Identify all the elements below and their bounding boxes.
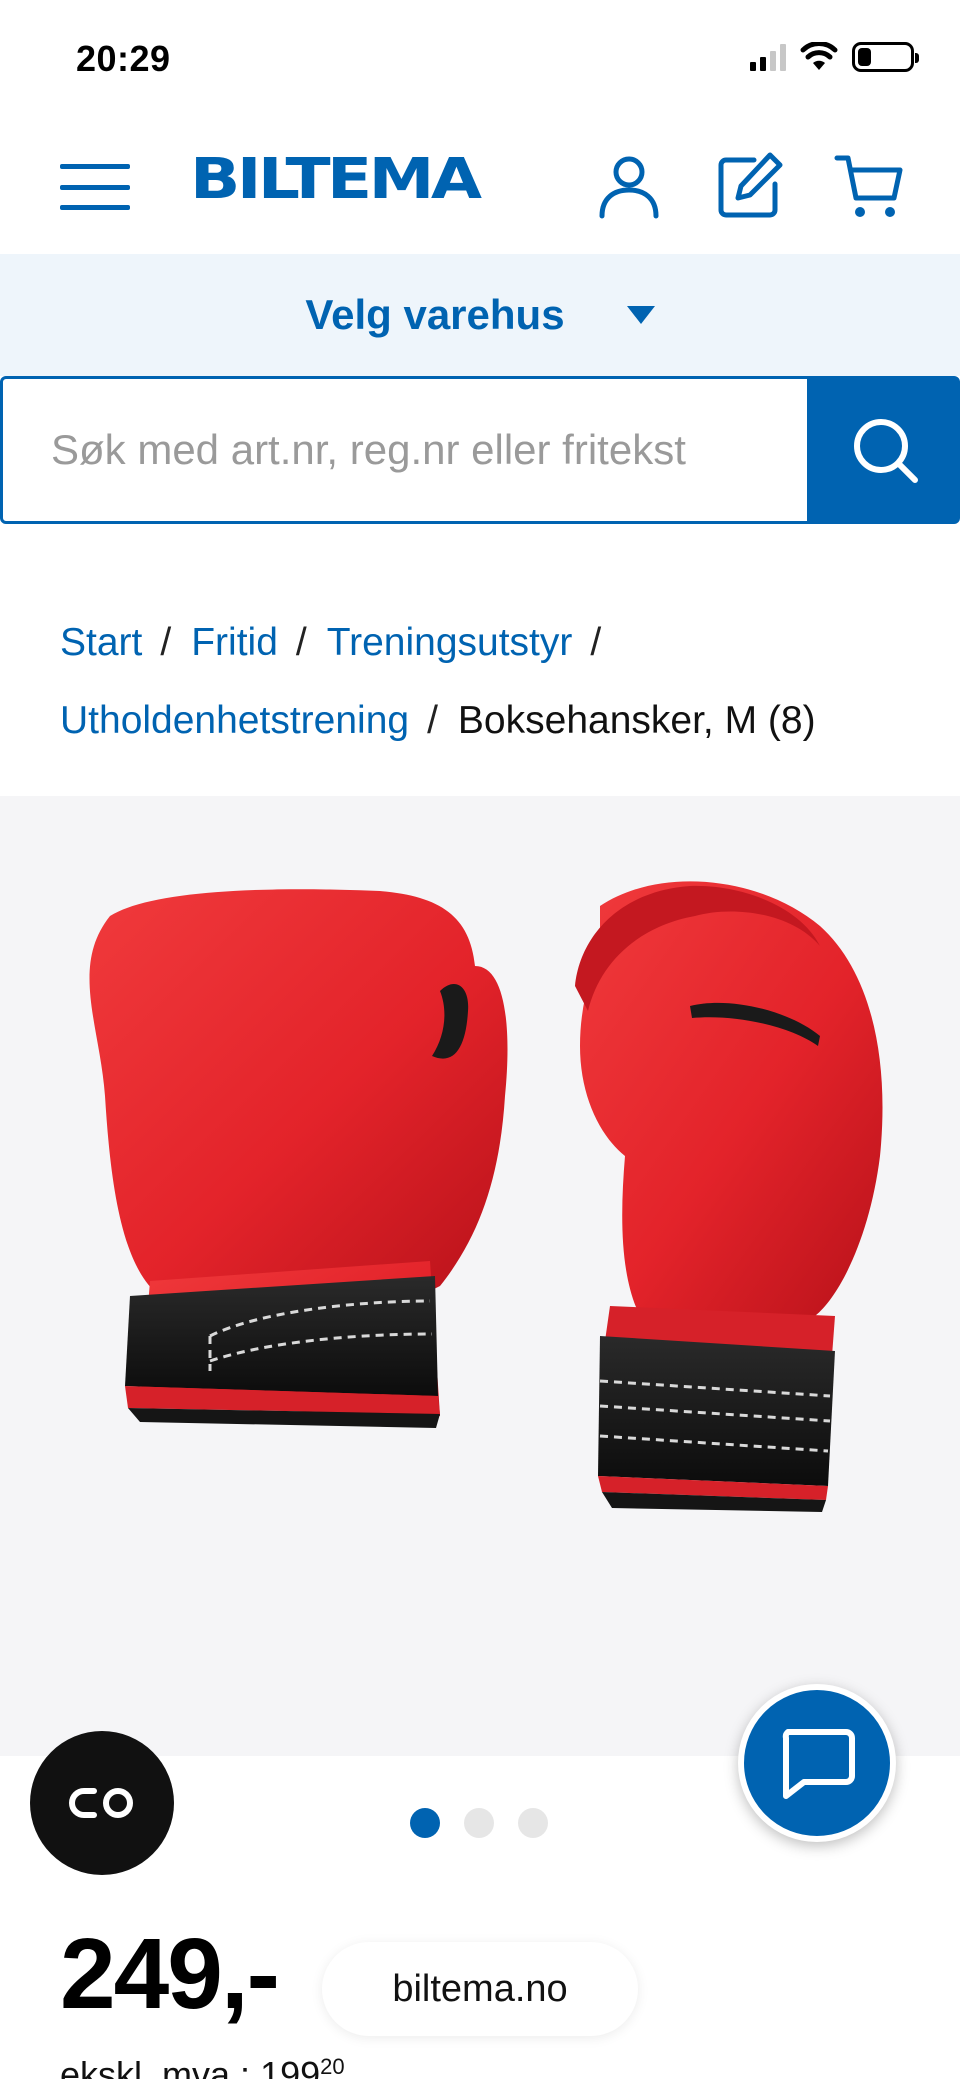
edit-notes-icon[interactable] bbox=[714, 150, 784, 220]
chat-bubble-icon bbox=[782, 1729, 855, 1799]
price-ex-vat: ekskl. mva.: 19920 bbox=[60, 2054, 345, 2079]
browser-url-pill[interactable]: biltema.no bbox=[322, 1942, 638, 2036]
battery-icon bbox=[852, 42, 919, 72]
product-price: 249,- bbox=[60, 1918, 280, 2030]
breadcrumb-link-start[interactable]: Start bbox=[60, 621, 142, 664]
battery-level bbox=[858, 48, 871, 66]
store-select-label[interactable]: Velg varehus bbox=[305, 291, 564, 339]
search-icon bbox=[854, 419, 918, 483]
user-account-icon[interactable] bbox=[594, 150, 664, 220]
ex-vat-decimals: 20 bbox=[320, 2054, 345, 2079]
breadcrumb-link-utholdenhetstrening[interactable]: Utholdenhetstrening bbox=[60, 699, 409, 742]
search-button[interactable] bbox=[810, 376, 960, 524]
breadcrumb-separator: / bbox=[427, 699, 438, 742]
shopping-cart-icon[interactable] bbox=[834, 150, 904, 220]
breadcrumb-separator: / bbox=[160, 621, 172, 664]
status-time: 20:29 bbox=[76, 38, 171, 79]
cellular-signal-icon bbox=[750, 43, 786, 71]
wifi-icon bbox=[800, 42, 838, 70]
link-toggle-button[interactable] bbox=[30, 1731, 174, 1875]
search-input[interactable] bbox=[0, 376, 810, 524]
breadcrumb-link-treningsutstyr[interactable]: Treningsutstyr bbox=[327, 621, 573, 664]
breadcrumb: Start / Fritid / Treningsutstyr / Utholdenhets… bbox=[60, 604, 920, 760]
chat-button[interactable] bbox=[738, 1684, 896, 1842]
breadcrumb-separator: / bbox=[295, 621, 307, 664]
site-header: BILTEMA bbox=[0, 120, 960, 254]
status-icons bbox=[750, 42, 919, 72]
breadcrumb-link-fritid[interactable]: Fritid bbox=[191, 621, 278, 664]
biltema-logo[interactable]: BILTEMA bbox=[190, 152, 482, 208]
hamburger-menu-icon[interactable] bbox=[60, 164, 130, 210]
search-bar bbox=[0, 376, 960, 524]
boxing-gloves-image[interactable] bbox=[0, 796, 960, 1756]
status-bar: 20:29 bbox=[0, 0, 960, 120]
gallery-dot[interactable] bbox=[464, 1808, 494, 1838]
gallery-dot[interactable] bbox=[410, 1808, 440, 1838]
gallery-pagination bbox=[410, 1808, 548, 1838]
store-select[interactable]: Velg varehus bbox=[0, 254, 960, 376]
caret-down-icon[interactable] bbox=[626, 306, 655, 324]
ex-vat-label: ekskl. mva.: bbox=[60, 2054, 251, 2079]
link-icon bbox=[69, 1788, 133, 1818]
product-image-gallery[interactable] bbox=[0, 796, 960, 1756]
left-glove bbox=[89, 889, 508, 1428]
breadcrumb-current: Boksehansker, M (8) bbox=[457, 699, 816, 742]
ex-vat-value: 199 bbox=[260, 2054, 321, 2079]
right-glove bbox=[575, 881, 883, 1512]
gallery-dot[interactable] bbox=[518, 1808, 548, 1838]
breadcrumb-separator: / bbox=[590, 621, 602, 664]
